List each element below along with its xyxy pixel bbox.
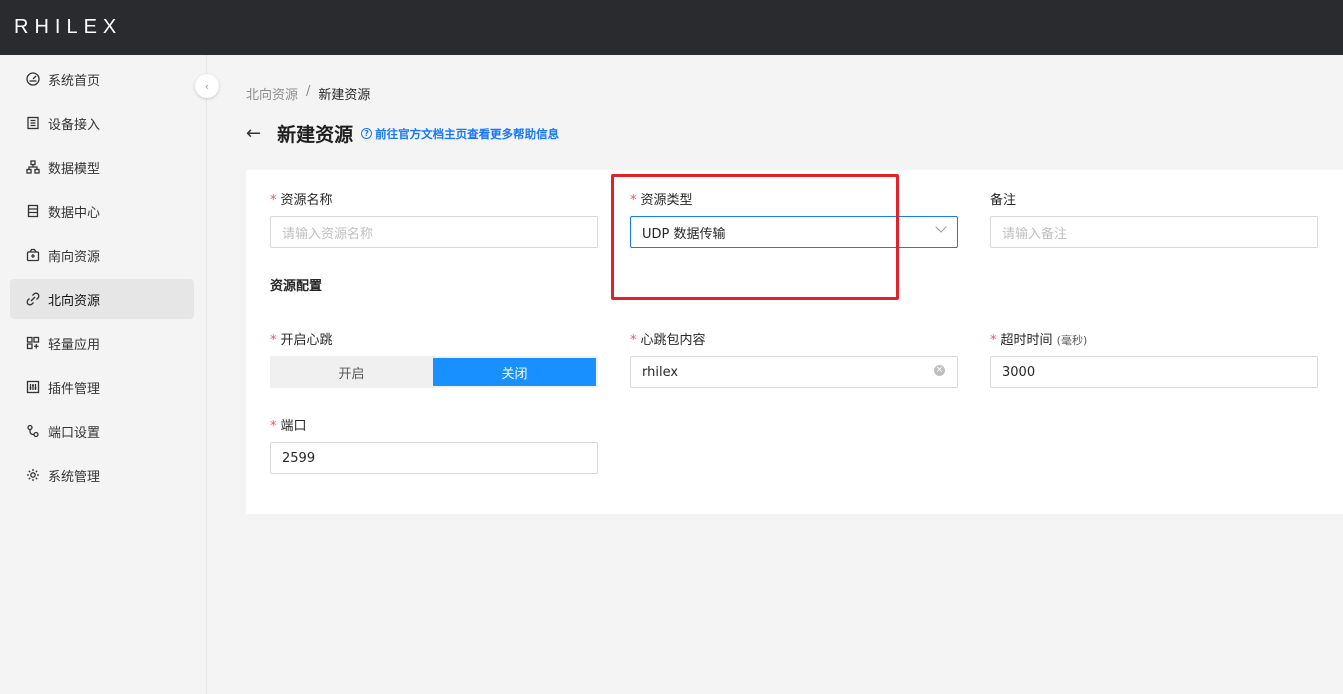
heartbeat-label: * 开启心跳 xyxy=(270,329,333,348)
device-icon xyxy=(25,116,40,131)
collapse-sidebar-button[interactable]: ‹ xyxy=(195,74,219,98)
back-arrow-icon[interactable]: ← xyxy=(246,123,261,144)
sidebar-item-plugins[interactable]: 插件管理 xyxy=(10,367,194,407)
sliders-icon xyxy=(25,380,40,395)
resource-type-value: UDP 数据传输 xyxy=(642,226,726,242)
database-icon xyxy=(25,204,40,219)
label-text: 端口 xyxy=(280,419,307,434)
sidebar-item-system[interactable]: 系统管理 xyxy=(10,455,194,495)
remark-label: 备注 xyxy=(990,189,1016,208)
required-mark: * xyxy=(630,333,637,348)
heartbeat-on-option[interactable]: 开启 xyxy=(270,356,433,388)
resource-type-label: * 资源类型 xyxy=(630,189,693,208)
hierarchy-icon xyxy=(25,160,40,175)
sidebar-item-apps[interactable]: 轻量应用 xyxy=(10,323,194,363)
required-mark: * xyxy=(270,333,277,348)
label-text: 心跳包内容 xyxy=(640,333,706,348)
chevron-left-icon: ‹ xyxy=(204,79,210,93)
sidebar-item-label: 南向资源 xyxy=(48,249,101,265)
timeout-unit: (毫秒) xyxy=(1056,334,1088,347)
page-header: ← 新建资源 ? 前往官方文档主页查看更多帮助信息 xyxy=(246,120,559,147)
timeout-input[interactable]: 3000 xyxy=(990,356,1318,388)
required-mark: * xyxy=(630,193,637,208)
sidebar-item-label: 数据中心 xyxy=(48,205,101,221)
chevron-down-icon xyxy=(935,221,947,233)
question-circle-icon: ? xyxy=(361,128,373,139)
heartbeat-content-label: * 心跳包内容 xyxy=(630,329,706,348)
resource-name-label: * 资源名称 xyxy=(270,189,333,208)
label-text: 开启心跳 xyxy=(280,333,333,348)
top-bar: RHILEX xyxy=(0,0,1343,55)
page-title: 新建资源 xyxy=(277,124,354,146)
heartbeat-off-option[interactable]: 关闭 xyxy=(433,358,596,386)
sidebar-item-label: 北向资源 xyxy=(48,293,101,309)
sidebar-item-southbound[interactable]: 南向资源 xyxy=(10,235,194,275)
label-text: 超时时间 xyxy=(1000,333,1053,348)
sidebar-item-label: 系统首页 xyxy=(48,73,101,89)
sidebar-item-data-model[interactable]: 数据模型 xyxy=(10,147,194,187)
breadcrumb-parent[interactable]: 北向资源 xyxy=(246,84,298,103)
required-mark: * xyxy=(270,419,277,434)
gear-icon xyxy=(25,468,40,483)
label-text: 资源类型 xyxy=(640,193,693,208)
breadcrumb-current: 新建资源 xyxy=(318,88,371,103)
label-text: 备注 xyxy=(990,193,1017,208)
breadcrumb: 北向资源 / 新建资源 xyxy=(246,84,370,103)
sidebar-item-northbound[interactable]: 北向资源 xyxy=(10,279,194,319)
upload-box-icon xyxy=(25,248,40,263)
timeout-label: * 超时时间 (毫秒) xyxy=(990,329,1087,348)
sidebar-item-label: 数据模型 xyxy=(48,161,101,177)
sidebar-item-label: 设备接入 xyxy=(48,117,101,133)
sidebar-item-ports[interactable]: 端口设置 xyxy=(10,411,194,451)
app-logo[interactable]: RHILEX xyxy=(14,16,122,39)
sidebar-item-label: 端口设置 xyxy=(48,425,101,441)
port-input[interactable]: 2599 xyxy=(270,442,598,474)
heartbeat-content-value: rhilex xyxy=(642,364,679,380)
sidebar: 系统首页 设备接入 数据模型 数据中心 南向资源 北向资源 轻量应用 插件管理 … xyxy=(0,55,207,694)
sidebar-item-data-center[interactable]: 数据中心 xyxy=(10,191,194,231)
required-mark: * xyxy=(270,193,277,208)
sidebar-item-dashboard[interactable]: 系统首页 xyxy=(10,59,194,99)
sidebar-item-devices[interactable]: 设备接入 xyxy=(10,103,194,143)
resource-type-select[interactable]: UDP 数据传输 xyxy=(630,216,958,248)
port-icon xyxy=(25,424,40,439)
resource-name-input[interactable]: 请输入资源名称 xyxy=(270,216,598,248)
apps-icon xyxy=(25,336,40,351)
port-label: * 端口 xyxy=(270,415,307,434)
help-link[interactable]: ? 前往官方文档主页查看更多帮助信息 xyxy=(361,126,559,142)
sidebar-item-label: 系统管理 xyxy=(48,469,101,485)
breadcrumb-separator: / xyxy=(306,84,311,99)
clear-icon[interactable]: × xyxy=(934,365,945,376)
label-text: 资源名称 xyxy=(280,193,333,208)
section-title: 资源配置 xyxy=(270,279,323,294)
sidebar-item-label: 轻量应用 xyxy=(48,337,101,353)
dashboard-icon xyxy=(25,72,40,87)
remark-input[interactable]: 请输入备注 xyxy=(990,216,1318,248)
sidebar-item-label: 插件管理 xyxy=(48,381,101,397)
required-mark: * xyxy=(990,333,997,348)
heartbeat-content-input[interactable]: rhilex × xyxy=(630,356,958,388)
heartbeat-toggle: 开启 关闭 xyxy=(270,356,598,388)
link-icon xyxy=(25,292,40,307)
help-link-text: 前往官方文档主页查看更多帮助信息 xyxy=(375,126,560,141)
